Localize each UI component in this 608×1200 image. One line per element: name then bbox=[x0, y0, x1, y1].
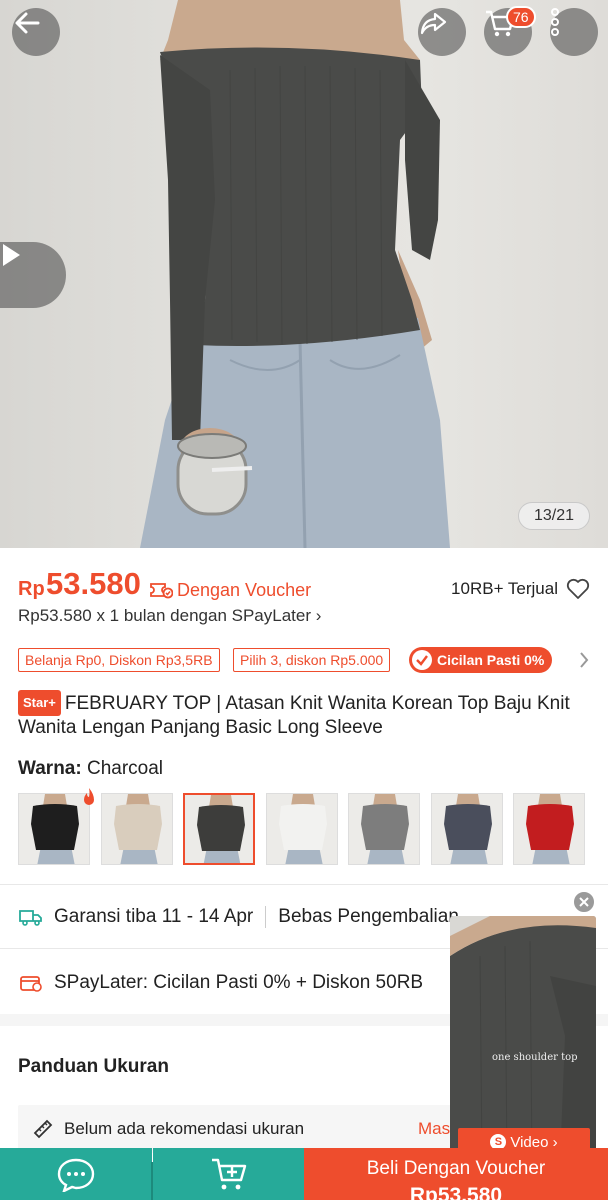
share-icon bbox=[420, 12, 447, 35]
play-video-button[interactable] bbox=[0, 242, 66, 308]
variant-swatch-image bbox=[361, 794, 409, 864]
voucher-label: Dengan Voucher bbox=[177, 580, 312, 600]
promo-cicilan-label: Cicilan Pasti 0% bbox=[437, 652, 545, 668]
size-guide-title: Panduan Ukuran bbox=[18, 1056, 169, 1077]
size-recommendation-box[interactable]: Belum ada rekomendasi ukuran Masu bbox=[18, 1105, 478, 1153]
variant-swatch[interactable] bbox=[183, 793, 255, 865]
variant-swatch-image bbox=[113, 794, 162, 864]
variant-swatches bbox=[18, 793, 608, 865]
more-vertical-icon bbox=[551, 8, 559, 36]
star-plus-badge: Star+ bbox=[18, 690, 61, 716]
back-button[interactable] bbox=[12, 8, 60, 56]
price-row: Rp 53.580 Dengan Voucher 10RB+ Terjual bbox=[18, 566, 590, 606]
back-arrow-icon bbox=[15, 12, 40, 34]
variant-swatch[interactable] bbox=[513, 793, 585, 865]
close-icon bbox=[579, 897, 589, 907]
product-photo bbox=[140, 0, 450, 548]
check-icon bbox=[412, 650, 432, 670]
price-currency: Rp bbox=[18, 578, 45, 600]
share-button[interactable] bbox=[418, 8, 466, 56]
variant-swatch-image bbox=[443, 794, 492, 864]
promo-tag-diskon[interactable]: Belanja Rp0, Diskon Rp3,5RB bbox=[18, 648, 220, 672]
promo-row[interactable]: Belanja Rp0, Diskon Rp3,5RB Pilih 3, dis… bbox=[18, 647, 590, 673]
close-video-button[interactable] bbox=[572, 890, 596, 914]
truck-icon bbox=[18, 905, 44, 929]
variant-swatch[interactable] bbox=[265, 793, 338, 865]
chevron-right-icon[interactable] bbox=[578, 650, 590, 670]
buy-with-voucher-button[interactable]: Beli Dengan Voucher Rp53.580 bbox=[304, 1148, 608, 1200]
add-to-cart-icon bbox=[211, 1158, 246, 1190]
free-returns: Bebas Pengembalian bbox=[278, 906, 459, 927]
heart-icon[interactable] bbox=[566, 578, 590, 600]
variant-swatch-image bbox=[197, 795, 245, 863]
variant-swatch[interactable] bbox=[430, 793, 503, 865]
voucher-icon bbox=[150, 583, 173, 599]
variant-swatch[interactable] bbox=[100, 793, 173, 865]
video-thumbnail bbox=[450, 916, 596, 1162]
chat-button[interactable] bbox=[0, 1148, 152, 1200]
product-title: Star+ FEBRUARY TOP | Atasan Knit Wanita K… bbox=[18, 690, 590, 740]
image-counter: 13/21 bbox=[518, 502, 590, 530]
delivery-guarantee: Garansi tiba 11 - 14 Apr bbox=[54, 906, 254, 927]
separator bbox=[265, 906, 267, 928]
spaylater-icon bbox=[18, 971, 44, 995]
price-value: 53.580 bbox=[46, 566, 141, 601]
spaylater-text: SPayLater: Cicilan Pasti 0% + Diskon 50R… bbox=[54, 972, 424, 993]
variant-swatch-image bbox=[278, 794, 327, 864]
bottom-action-bar: Beli Dengan Voucher Rp53.580 bbox=[0, 1148, 608, 1200]
buy-button-label: Beli Dengan Voucher bbox=[366, 1158, 546, 1179]
add-to-cart-button[interactable] bbox=[153, 1148, 304, 1200]
promo-cicilan-badge[interactable]: Cicilan Pasti 0% bbox=[409, 647, 553, 673]
variant-swatch-image bbox=[526, 794, 574, 864]
product-image-carousel[interactable]: 76 13/21 bbox=[0, 0, 608, 548]
more-options-button[interactable] bbox=[550, 8, 598, 56]
product-title-text: FEBRUARY TOP | Atasan Knit Wanita Korean… bbox=[18, 693, 570, 738]
ruler-icon bbox=[33, 1119, 53, 1139]
promo-tag-pilih-3[interactable]: Pilih 3, diskon Rp5.000 bbox=[233, 648, 391, 672]
fire-icon bbox=[84, 788, 94, 805]
chat-icon bbox=[57, 1158, 95, 1192]
divider bbox=[0, 884, 608, 885]
variant-label-prefix: Warna: bbox=[18, 758, 82, 779]
variant-label: Warna: Charcoal bbox=[18, 758, 163, 780]
variant-swatch[interactable] bbox=[348, 793, 420, 865]
video-caption: one shoulder top bbox=[492, 1052, 578, 1063]
variant-selected: Charcoal bbox=[86, 758, 164, 779]
sold-count: 10RB+ Terjual bbox=[451, 579, 558, 598]
floating-video-player[interactable] bbox=[450, 916, 596, 1162]
paylater-installment-link[interactable]: Rp53.580 x 1 bulan dengan SPayLater › bbox=[18, 606, 321, 626]
cart-count-badge: 76 bbox=[506, 6, 536, 28]
size-recommendation-text: Belum ada rekomendasi ukuran bbox=[64, 1119, 305, 1138]
buy-button-price: Rp53.580 bbox=[409, 1184, 503, 1200]
play-icon bbox=[3, 244, 20, 266]
